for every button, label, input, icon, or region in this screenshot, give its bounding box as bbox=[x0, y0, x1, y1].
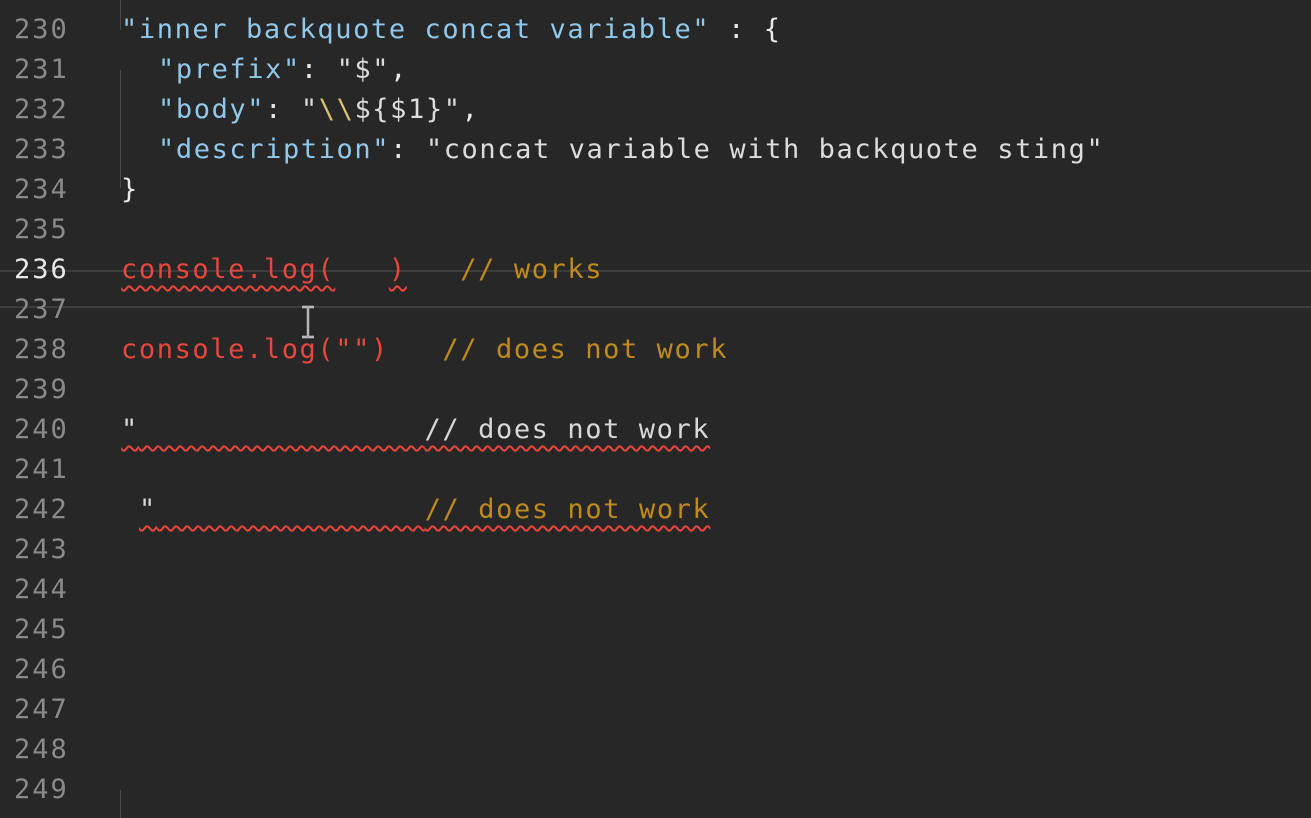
line-number: 247 bbox=[14, 694, 69, 725]
line-number: 245 bbox=[14, 614, 69, 645]
line-number: 239 bbox=[14, 374, 69, 405]
code-line-236: console.log( ) // works bbox=[121, 250, 603, 290]
colon: : bbox=[265, 94, 301, 125]
line-number: 241 bbox=[14, 454, 69, 485]
open-quote: " bbox=[300, 94, 319, 125]
colon: : bbox=[300, 54, 337, 85]
comment-does-not-work: // does not work bbox=[424, 494, 711, 525]
body-value: ${$1} bbox=[354, 94, 444, 125]
description-value: "concat variable with backquote sting" bbox=[425, 134, 1105, 165]
line-number: 232 bbox=[14, 94, 69, 125]
body-key: "body" bbox=[158, 94, 266, 125]
colon: : bbox=[390, 134, 426, 165]
close-paren: ) bbox=[388, 254, 407, 285]
line-number: 244 bbox=[14, 574, 69, 605]
code-line-230: "inner backquote concat variable" : { bbox=[121, 10, 782, 50]
comment-works: // works bbox=[460, 254, 604, 285]
line-number: 237 bbox=[14, 294, 69, 325]
line-number: 230 bbox=[14, 14, 69, 45]
code-line-232: "body": "\\${$1}", bbox=[158, 90, 479, 130]
code-line-242: " // does not work bbox=[139, 490, 710, 530]
prefix-key: "prefix" bbox=[158, 54, 301, 85]
snippet-separator: : { bbox=[710, 14, 782, 45]
console-log-call: console.log( bbox=[121, 254, 336, 285]
line-number-active: 236 bbox=[14, 254, 69, 285]
indent-guide-bottom bbox=[120, 790, 121, 818]
code-line-238: console.log("") // does not work bbox=[121, 330, 728, 370]
comma: , bbox=[461, 94, 480, 125]
escape-sequence: \\ bbox=[318, 94, 355, 125]
comment-does-not-work: // does not work bbox=[424, 414, 711, 445]
console-log-call: console.log("") bbox=[121, 334, 389, 365]
code-line-231: "prefix": "$", bbox=[158, 50, 408, 90]
line-number: 243 bbox=[14, 534, 69, 565]
stray-quote: " bbox=[139, 494, 157, 525]
line-number: 248 bbox=[14, 734, 69, 765]
line-number: 233 bbox=[14, 134, 69, 165]
line-number: 240 bbox=[14, 414, 69, 445]
comment-does-not-work: // does not work bbox=[442, 334, 729, 365]
code-editor[interactable]: 229 230 231 232 233 234 235 236 237 238 … bbox=[0, 0, 1311, 818]
text-cursor-icon bbox=[302, 305, 314, 339]
line-number: 246 bbox=[14, 654, 69, 685]
code-line-234: } bbox=[121, 170, 139, 210]
line-number: 235 bbox=[14, 214, 69, 245]
closing-brace: } bbox=[121, 174, 139, 205]
line-number: 229 bbox=[14, 0, 69, 10]
code-line-240: " // does not work bbox=[121, 410, 710, 450]
description-key: "description" bbox=[158, 134, 391, 165]
line-number: 249 bbox=[14, 774, 69, 805]
comma: , bbox=[390, 54, 408, 85]
snippet-name: "inner backquote concat variable" bbox=[121, 14, 711, 45]
close-quote: " bbox=[443, 94, 462, 125]
stray-quote: " bbox=[121, 414, 139, 445]
whitespace-gap bbox=[335, 254, 389, 285]
prefix-value: "$" bbox=[336, 54, 391, 85]
line-number: 238 bbox=[14, 334, 69, 365]
line-number: 231 bbox=[14, 54, 69, 85]
code-line-233: "description": "concat variable with bac… bbox=[158, 130, 1104, 170]
line-number: 242 bbox=[14, 494, 69, 525]
line-number: 234 bbox=[14, 174, 69, 205]
